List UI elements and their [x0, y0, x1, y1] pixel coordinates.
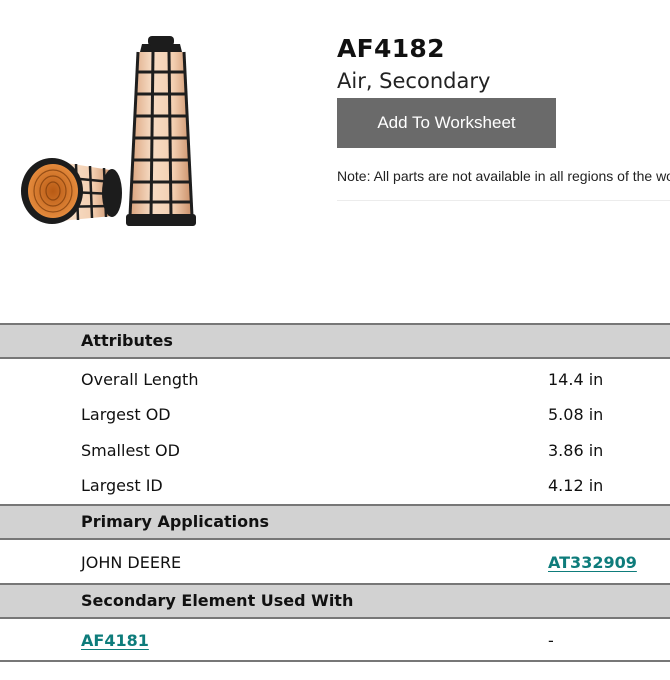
availability-note: Note: All parts are not available in all…	[337, 168, 670, 184]
attribute-row: Overall Length 14.4 in	[0, 362, 670, 397]
primary-applications-title: Primary Applications	[81, 512, 270, 531]
secondary-element-part-link[interactable]: AF4181	[81, 623, 149, 658]
attribute-value: 4.12 in	[548, 476, 604, 495]
application-manufacturer: JOHN DEERE	[81, 553, 182, 572]
product-image	[21, 36, 196, 226]
attribute-label: Smallest OD	[81, 441, 180, 460]
secondary-element-header: Secondary Element Used With	[0, 583, 670, 619]
standing-filter-image	[126, 36, 196, 226]
part-description: Air, Secondary	[337, 69, 491, 93]
attribute-label: Largest OD	[81, 405, 171, 424]
note-divider	[337, 200, 670, 201]
table-bottom-rule	[0, 660, 670, 662]
attribute-value: 5.08 in	[548, 405, 604, 424]
primary-applications-header: Primary Applications	[0, 504, 670, 540]
attribute-row: Largest OD 5.08 in	[0, 397, 670, 432]
secondary-element-row: AF4181 -	[0, 623, 670, 658]
attribute-label: Overall Length	[81, 370, 199, 389]
attribute-row: Largest ID 4.12 in	[0, 468, 670, 503]
attribute-value: 14.4 in	[548, 370, 604, 389]
attributes-header: Attributes	[0, 323, 670, 359]
application-part-link[interactable]: AT332909	[548, 545, 637, 580]
application-row: JOHN DEERE AT332909	[0, 545, 670, 580]
attributes-title: Attributes	[81, 331, 173, 350]
lying-filter-image	[21, 158, 122, 224]
attribute-label: Largest ID	[81, 476, 163, 495]
part-number: AF4182	[337, 34, 445, 63]
add-to-worksheet-button[interactable]: Add To Worksheet	[337, 98, 556, 148]
secondary-element-title: Secondary Element Used With	[81, 591, 354, 610]
attribute-row: Smallest OD 3.86 in	[0, 433, 670, 468]
attribute-value: 3.86 in	[548, 441, 604, 460]
secondary-element-value: -	[548, 631, 554, 650]
